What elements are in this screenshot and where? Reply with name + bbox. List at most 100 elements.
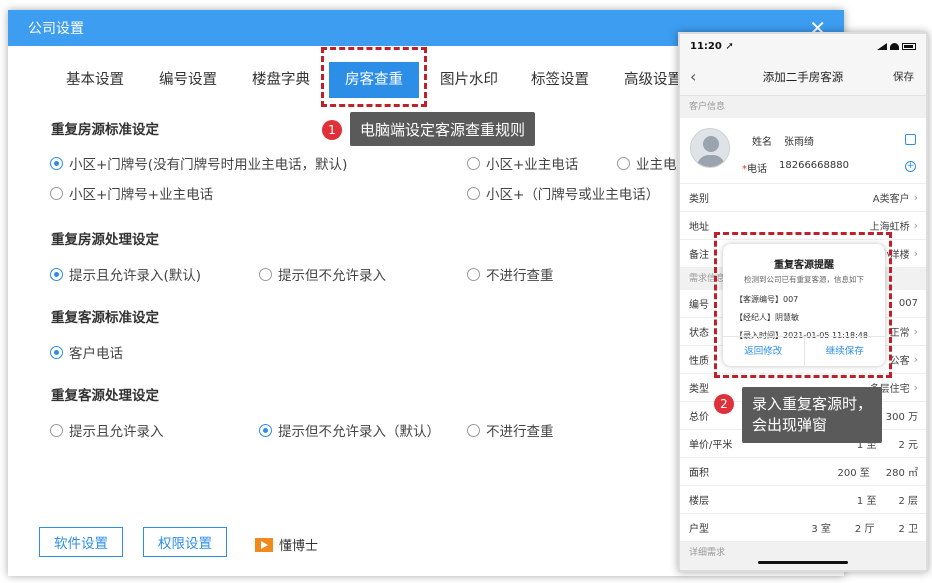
row-layout[interactable]: 户型 3 室 2 厅 2 卫 bbox=[680, 514, 926, 542]
radio-dot bbox=[617, 156, 630, 170]
radio-label: 客户电话 bbox=[69, 346, 123, 362]
row-label: 性质 bbox=[689, 356, 709, 367]
highlight-box-tab bbox=[321, 47, 427, 107]
tab-basic[interactable]: 基本设置 bbox=[50, 62, 140, 98]
house-process-title: 重复房源处理设定 bbox=[51, 232, 159, 248]
row-value: 上海虹桥 bbox=[869, 222, 910, 233]
radio-label: 业主电 bbox=[636, 157, 677, 173]
radio-cust-std-1[interactable]: 客户电话 bbox=[50, 342, 123, 362]
radio-house-std-2[interactable]: 小区+业主电话 bbox=[467, 153, 578, 173]
radio-label: 提示但不允许录入 bbox=[278, 268, 386, 284]
software-settings-button[interactable]: 软件设置 bbox=[39, 527, 123, 557]
phone-label: 电话 bbox=[747, 164, 767, 175]
video-icon bbox=[255, 537, 273, 552]
range-to: 280 ㎡ bbox=[885, 468, 918, 479]
radio-label: 不进行查重 bbox=[486, 424, 554, 440]
phone-status-bar: 11:20 ➚ bbox=[680, 34, 926, 58]
row-label: 楼层 bbox=[689, 496, 709, 507]
permission-settings-button[interactable]: 权限设置 bbox=[143, 527, 227, 557]
callout-badge-1: 1 bbox=[322, 120, 342, 140]
contact-card-icon[interactable] bbox=[905, 134, 916, 145]
chevron-right-icon: › bbox=[913, 381, 918, 394]
callout-badge-2: 2 bbox=[714, 394, 734, 414]
tab-tags[interactable]: 标签设置 bbox=[516, 62, 604, 98]
avatar bbox=[690, 128, 730, 168]
radio-dot bbox=[50, 156, 63, 170]
radio-house-proc-2[interactable]: 提示但不允许录入 bbox=[259, 264, 386, 284]
chevron-right-icon: › bbox=[913, 191, 918, 204]
radio-dot bbox=[50, 423, 63, 437]
battery-icon bbox=[902, 42, 916, 50]
chevron-right-icon: › bbox=[913, 353, 918, 366]
row-label: 单价/平米 bbox=[689, 440, 733, 451]
phone-value[interactable]: 18266668880 bbox=[779, 160, 849, 175]
row-label: 总价 bbox=[689, 412, 709, 423]
radio-dot bbox=[467, 186, 480, 200]
radio-dot bbox=[259, 267, 272, 281]
phone-nav-bar: ‹ 添加二手房客源 保存 bbox=[680, 58, 926, 96]
row-value: 300 万 bbox=[885, 412, 918, 423]
customer-card: 姓名 张雨绮 *电话 18266668880 + bbox=[680, 118, 926, 184]
row-value: 公客 bbox=[889, 356, 910, 367]
row-label: 备注 bbox=[689, 250, 709, 261]
row-category[interactable]: 类别 A类客户 › bbox=[680, 184, 926, 212]
radio-cust-proc-2[interactable]: 提示但不允许录入（默认） bbox=[259, 420, 440, 440]
layout-halls: 2 厅 bbox=[854, 524, 875, 535]
radio-house-std-5[interactable]: 小区+（门牌号或业主电话） bbox=[467, 183, 659, 203]
radio-house-proc-1[interactable]: 提示且允许录入(默认) bbox=[50, 264, 201, 284]
radio-house-std-3[interactable]: 业主电 bbox=[617, 153, 677, 173]
radio-dot bbox=[467, 156, 480, 170]
nav-save-button[interactable]: 保存 bbox=[893, 69, 914, 84]
layout-baths: 2 卫 bbox=[898, 524, 918, 535]
row-area[interactable]: 面积 200 至 280 ㎡ bbox=[680, 458, 926, 486]
customer-standard-title: 重复客源标准设定 bbox=[51, 310, 159, 326]
row-floor[interactable]: 楼层 1 至 2 层 bbox=[680, 486, 926, 514]
tab-watermark[interactable]: 图片水印 bbox=[424, 62, 514, 98]
row-value: 007 bbox=[898, 298, 918, 309]
row-label: 类型 bbox=[689, 384, 709, 395]
callout-2: 录入重复客源时， 会出现弹窗 bbox=[742, 387, 883, 443]
add-phone-icon[interactable]: + bbox=[905, 161, 916, 172]
radio-house-proc-3[interactable]: 不进行查重 bbox=[467, 264, 554, 284]
wifi-icon bbox=[890, 42, 899, 50]
radio-dot bbox=[50, 345, 63, 359]
radio-label: 不进行查重 bbox=[486, 268, 554, 284]
radio-label: 提示且允许录入(默认) bbox=[69, 268, 202, 284]
radio-dot bbox=[50, 186, 63, 200]
status-time: 11:20 ➚ bbox=[690, 40, 734, 52]
radio-house-std-1[interactable]: 小区+门牌号(没有门牌号时用业主电话，默认) bbox=[50, 153, 347, 173]
radio-house-std-4[interactable]: 小区+门牌号+业主电话 bbox=[50, 183, 213, 203]
row-label: 户型 bbox=[689, 524, 709, 535]
dialog-title: 公司设置 bbox=[28, 21, 84, 37]
row-label: 地址 bbox=[689, 222, 709, 233]
chevron-right-icon: › bbox=[913, 325, 918, 338]
help-doc-label: 懂博士 bbox=[279, 539, 319, 554]
range-from: 200 至 bbox=[837, 468, 870, 479]
status-icons bbox=[877, 42, 916, 50]
help-doc-link[interactable]: 懂博士 bbox=[255, 535, 318, 554]
radio-cust-proc-3[interactable]: 不进行查重 bbox=[467, 420, 554, 440]
radio-cust-proc-1[interactable]: 提示且允许录入 bbox=[50, 420, 164, 440]
customer-process-title: 重复客源处理设定 bbox=[51, 388, 159, 404]
phone-line: *电话 18266668880 bbox=[742, 160, 849, 175]
radio-dot bbox=[50, 267, 63, 281]
radio-dot bbox=[467, 267, 480, 281]
tab-building-dict[interactable]: 楼盘字典 bbox=[236, 62, 326, 98]
nav-title: 添加二手房客源 bbox=[762, 69, 844, 84]
name-value[interactable]: 张雨绮 bbox=[784, 133, 814, 148]
house-standard-title: 重复房源标准设定 bbox=[51, 122, 159, 138]
radio-label: 小区+业主电话 bbox=[486, 157, 579, 173]
highlight-box-popup bbox=[714, 232, 892, 378]
range-to: 2 层 bbox=[898, 496, 918, 507]
signal-icon bbox=[877, 42, 887, 50]
row-label: 类别 bbox=[689, 194, 709, 205]
tab-numbering[interactable]: 编号设置 bbox=[144, 62, 232, 98]
name-line: 姓名 张雨绮 bbox=[742, 133, 814, 148]
radio-label: 小区+（门牌号或业主电话） bbox=[486, 187, 660, 203]
radio-label: 小区+门牌号(没有门牌号时用业主电话，默认) bbox=[69, 157, 348, 173]
back-chevron-icon[interactable]: ‹ bbox=[690, 67, 696, 86]
radio-label: 提示且允许录入 bbox=[69, 424, 164, 440]
radio-dot bbox=[467, 423, 480, 437]
row-label: 状态 bbox=[689, 328, 709, 339]
row-value: 正常 bbox=[889, 328, 910, 339]
